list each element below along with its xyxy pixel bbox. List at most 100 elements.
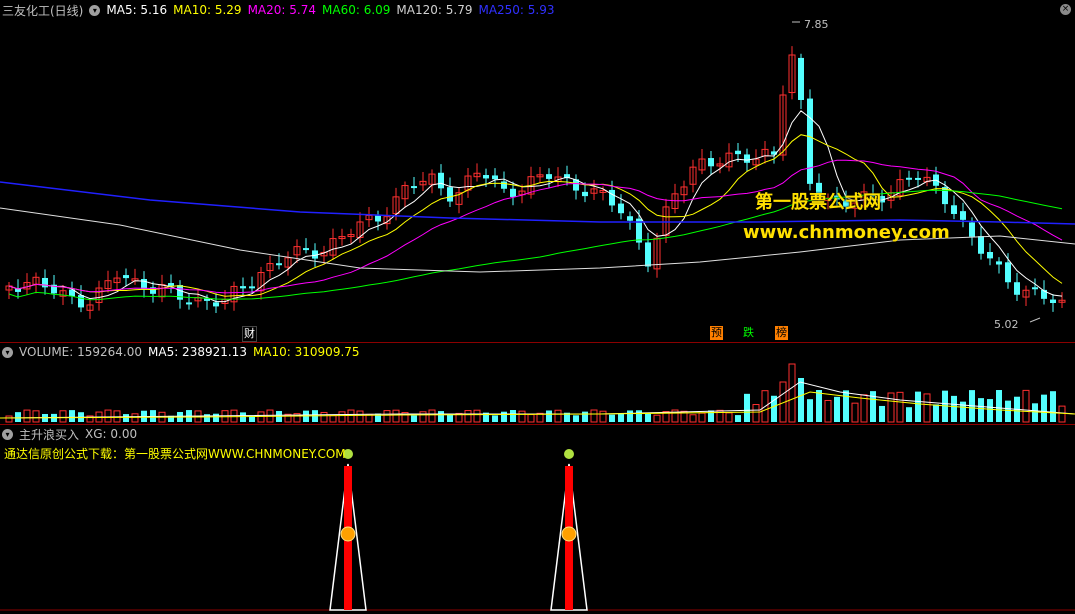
volume-bar	[788, 363, 796, 423]
watermark-url: www.chnmoney.com	[743, 222, 950, 243]
volume-bar	[464, 410, 472, 423]
candle-body	[411, 186, 417, 189]
candle-body	[735, 150, 741, 155]
event-marker-drop[interactable]: 跌	[742, 326, 755, 340]
volume-bar	[824, 399, 832, 423]
volume-bar	[933, 404, 939, 422]
volume-bar	[735, 415, 741, 422]
indicator-header: ▾ 主升浪买入 XG: 0.00	[2, 426, 143, 442]
volume-bar	[582, 411, 588, 422]
volume-bar	[15, 412, 21, 422]
volume-bar	[798, 378, 804, 422]
volume-bar	[915, 391, 921, 422]
candle-body	[978, 236, 984, 254]
chevron-down-icon[interactable]: ▾	[89, 4, 101, 16]
volume-bar	[257, 411, 265, 423]
candle-body	[645, 242, 651, 267]
candle-body	[438, 172, 444, 189]
candle-body	[618, 203, 624, 214]
volume-bar	[879, 405, 885, 422]
volume-bar	[923, 393, 931, 423]
candle-body	[177, 285, 183, 300]
low-pointer	[1029, 317, 1041, 323]
event-marker-finance[interactable]: 财	[242, 326, 257, 342]
volume-panel[interactable]: ▾ VOLUME: 159264.00 MA5: 238921.13 MA10:…	[0, 342, 1075, 424]
candle-body	[501, 181, 507, 189]
volume-bar	[996, 390, 1002, 422]
ma20-value: MA20: 5.74	[247, 3, 316, 17]
volume-ma10-value: MA10: 310909.75	[252, 345, 360, 359]
candle-body	[987, 251, 993, 259]
stock-name: 三友化工(日线)	[2, 3, 84, 18]
volume-value: VOLUME: 159264.00	[19, 345, 142, 359]
price-panel[interactable]: 三友化工(日线) ▾ MA5: 5.16 MA10: 5.29 MA20: 5.…	[0, 0, 1075, 342]
candle-body	[609, 189, 615, 206]
price-header: 三友化工(日线) ▾ MA5: 5.16 MA10: 5.29 MA20: 5.…	[2, 2, 561, 18]
volume-bar	[752, 404, 760, 423]
volume-bar	[1005, 400, 1011, 422]
volume-bar	[213, 413, 219, 422]
volume-bar	[438, 411, 444, 422]
volume-bar	[518, 410, 526, 423]
candle-body	[969, 222, 975, 237]
candle-body	[249, 286, 255, 289]
volume-bar	[987, 399, 993, 422]
ma60-value: MA60: 6.09	[322, 3, 391, 17]
candle-body	[627, 216, 633, 221]
candle-body	[447, 187, 453, 202]
close-icon[interactable]: ×	[1060, 4, 1071, 15]
candle-body	[951, 205, 957, 214]
candle-body	[42, 277, 48, 288]
volume-bar	[653, 414, 661, 423]
volume-bar	[698, 412, 706, 423]
volume-bar	[807, 399, 813, 422]
volume-bar	[356, 410, 364, 423]
candle-body	[1050, 299, 1056, 304]
candle-body	[582, 191, 588, 197]
ma10-line	[8, 134, 1063, 297]
volume-bar	[744, 393, 750, 422]
volume-ma5-value: MA5: 238921.13	[148, 345, 247, 359]
candle-body	[996, 261, 1002, 265]
volume-bar	[347, 409, 355, 423]
volume-bar	[383, 410, 391, 423]
volume-bar	[1050, 391, 1056, 422]
event-marker-list[interactable]: 榜	[775, 326, 788, 340]
indicator-title: 主升浪买入	[19, 427, 80, 442]
candle-body	[123, 275, 129, 279]
volume-bar	[329, 415, 337, 423]
ma5-value: MA5: 5.16	[106, 3, 168, 17]
volume-bar	[599, 410, 607, 423]
candle-body	[546, 174, 552, 179]
volume-bar	[5, 415, 13, 423]
volume-bar	[906, 407, 912, 422]
signal-marker	[561, 526, 577, 542]
volume-bar	[851, 402, 859, 423]
volume-bar	[725, 412, 733, 423]
event-marker-forecast[interactable]: 预	[710, 326, 723, 340]
candle-body	[708, 158, 714, 167]
candle-body	[915, 177, 921, 180]
volume-bar	[1032, 403, 1038, 422]
candle-body	[213, 302, 219, 307]
volume-bar	[1058, 405, 1066, 423]
volume-bar	[473, 409, 481, 423]
candle-body	[807, 98, 813, 184]
volume-bar	[546, 410, 552, 422]
volume-bar	[527, 414, 535, 423]
volume-bar	[447, 414, 453, 422]
candle-body	[492, 175, 498, 180]
chevron-down-icon[interactable]: ▾	[2, 428, 13, 440]
volume-bar	[131, 413, 139, 423]
price-chart[interactable]	[0, 0, 1075, 342]
volume-bar	[978, 398, 984, 422]
volume-bar	[338, 411, 346, 423]
indicator-panel[interactable]: ▾ 主升浪买入 XG: 0.00 通达信原创公式下载：第一股票公式网WWW.CH…	[0, 424, 1075, 614]
volume-bar	[59, 410, 67, 423]
volume-bar	[618, 413, 624, 422]
volume-bar	[951, 395, 957, 422]
chevron-down-icon[interactable]: ▾	[2, 346, 13, 358]
candle-body	[510, 188, 516, 197]
low-price-label: 5.02	[994, 318, 1019, 331]
candle-body	[276, 263, 282, 266]
